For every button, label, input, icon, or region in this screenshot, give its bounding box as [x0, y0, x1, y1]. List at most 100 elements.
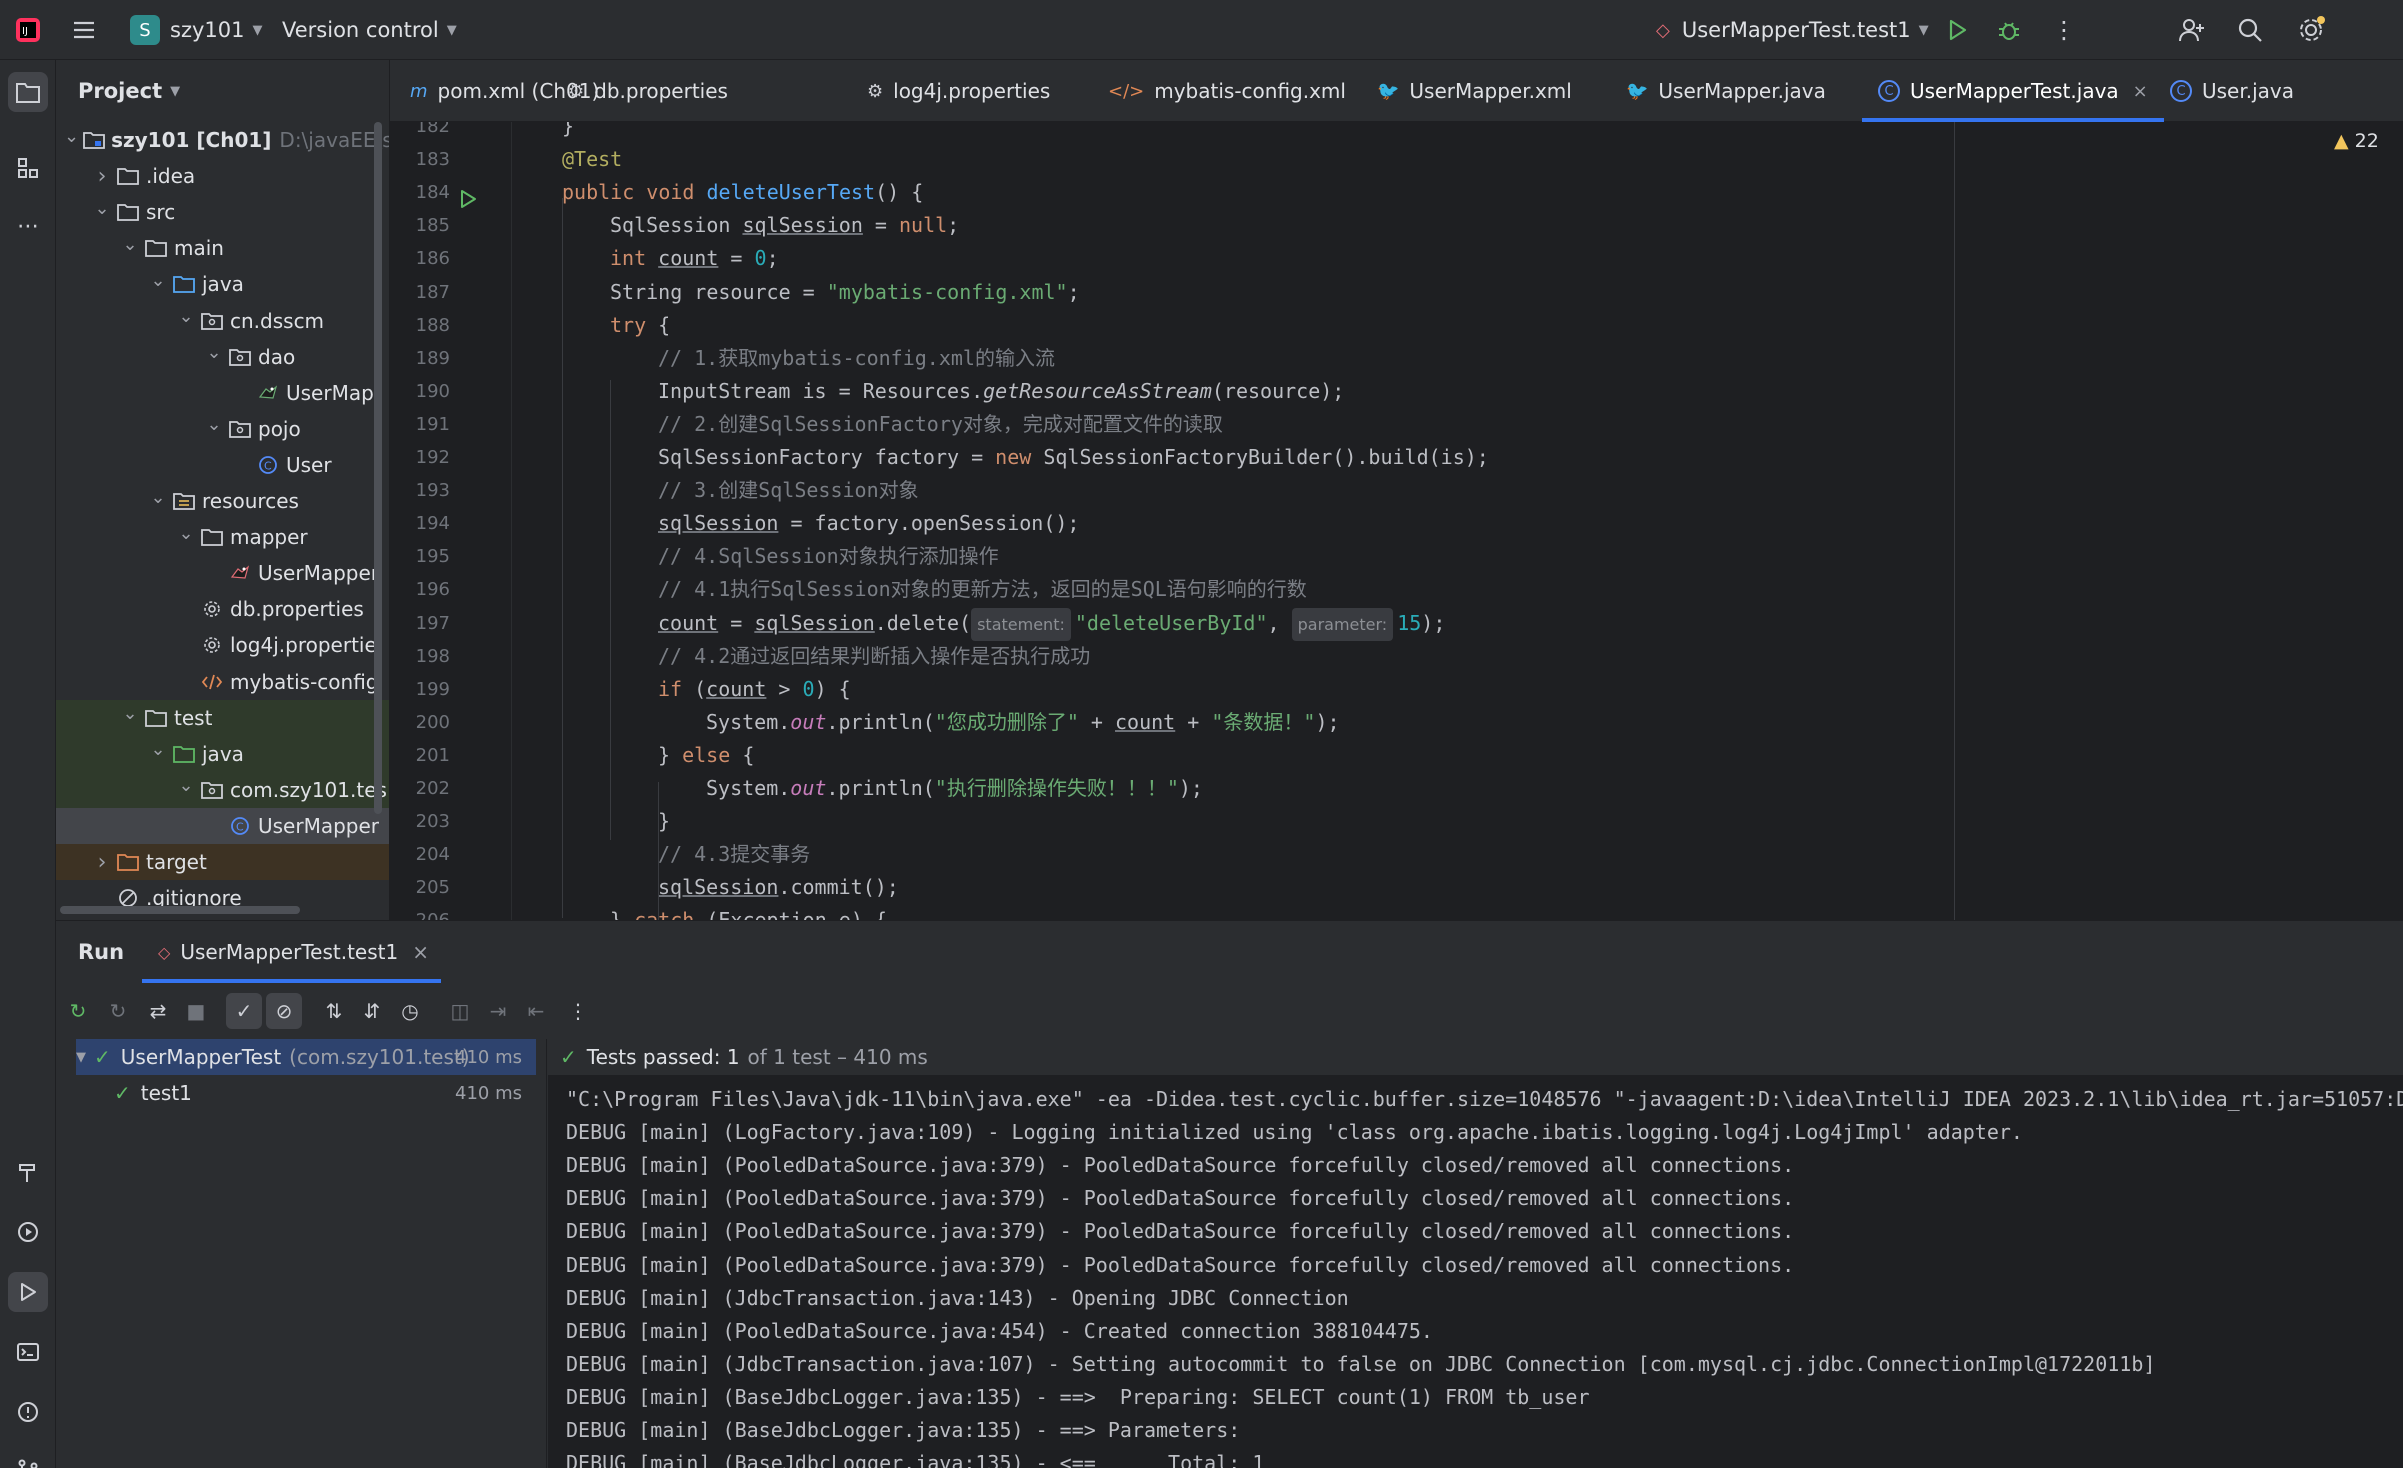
- chevron-right-icon[interactable]: ›: [92, 164, 112, 189]
- rerun-icon[interactable]: ↻: [60, 993, 96, 1029]
- test-case-row[interactable]: ✓ test1 410 ms: [76, 1075, 536, 1111]
- stop-icon[interactable]: ■: [178, 993, 214, 1029]
- run-panel-title: Run: [78, 940, 125, 964]
- structure-tool-icon[interactable]: [8, 148, 48, 188]
- main-menu-icon[interactable]: [70, 0, 98, 60]
- run-tab[interactable]: ◇ UserMapperTest.test1 ×: [142, 921, 441, 983]
- tree-hscrollbar[interactable]: [60, 906, 300, 914]
- more-tools-icon[interactable]: ⋯: [8, 206, 48, 246]
- run-tool-icon[interactable]: [8, 1272, 48, 1312]
- line-number: 199: [415, 678, 450, 700]
- chevron-down-icon[interactable]: ⌄: [64, 126, 79, 147]
- chevron-down-icon[interactable]: ⌄: [176, 775, 196, 796]
- more-actions-icon[interactable]: ⋮: [560, 993, 596, 1029]
- tree-item[interactable]: ⌄ java: [56, 266, 389, 302]
- tree-item[interactable]: ⌄ main: [56, 230, 389, 266]
- sort-alpha-icon[interactable]: ⇅: [316, 993, 352, 1029]
- problems-icon[interactable]: [8, 1392, 48, 1432]
- import-icon[interactable]: ⇤: [518, 993, 554, 1029]
- editor-tab[interactable]: 🐦 UserMapper.xml: [1377, 60, 1572, 122]
- build-hammer-icon[interactable]: [8, 1152, 48, 1192]
- code-with-me-icon[interactable]: [2178, 0, 2206, 60]
- tree-item[interactable]: C UserMapper: [56, 807, 389, 844]
- tree-item[interactable]: ⌄ com.szy101.tes: [56, 771, 389, 808]
- editor-tab-label: db.properties: [594, 79, 728, 103]
- tree-item[interactable]: log4j.propertie: [56, 627, 389, 663]
- export-icon[interactable]: ⇥: [480, 993, 516, 1029]
- chevron-down-icon[interactable]: ⌄: [176, 523, 196, 544]
- settings-gear-icon[interactable]: [2296, 0, 2326, 60]
- folder-icon: [144, 238, 168, 258]
- test-history-icon[interactable]: ◷: [392, 993, 428, 1029]
- chevron-down-icon[interactable]: ⌄: [148, 270, 168, 291]
- project-switcher[interactable]: S szy101 ▼: [130, 0, 262, 60]
- tree-item[interactable]: C User: [56, 447, 389, 483]
- tree-item-label: mybatis-config: [230, 669, 379, 694]
- toggle-auto-test-icon[interactable]: ⇄: [140, 993, 176, 1029]
- chevron-right-icon[interactable]: ›: [92, 850, 112, 875]
- tree-item[interactable]: ⌄ mapper: [56, 519, 389, 555]
- tree-item[interactable]: ⌄ test: [56, 699, 389, 736]
- chevron-down-icon[interactable]: ⌄: [120, 234, 140, 255]
- tree-item[interactable]: UserMap: [56, 375, 389, 411]
- editor-tab[interactable]: 🐦 UserMapper.java: [1626, 60, 1826, 122]
- tree-item[interactable]: UserMapper: [56, 555, 389, 591]
- search-icon[interactable]: [2236, 0, 2264, 60]
- debug-button[interactable]: [1996, 0, 2022, 60]
- editor-tab[interactable]: </> mybatis-config.xml: [1108, 60, 1346, 122]
- inspection-widget[interactable]: ▲ 22: [2334, 130, 2379, 152]
- show-passed-icon[interactable]: ✓: [226, 993, 262, 1029]
- camera-icon[interactable]: ◫: [442, 993, 478, 1029]
- warning-count: 22: [2354, 130, 2379, 152]
- chevron-down-icon[interactable]: ⌄: [120, 703, 140, 724]
- services-icon[interactable]: [8, 1212, 48, 1252]
- close-icon[interactable]: ×: [2133, 81, 2148, 102]
- editor-tab[interactable]: ⚙ db.properties: [568, 60, 728, 122]
- folder-icon: [144, 708, 168, 728]
- tree-scrollbar[interactable]: [374, 122, 382, 814]
- more-actions-icon[interactable]: ⋮: [2052, 0, 2076, 60]
- editor-tab[interactable]: ⚙ log4j.properties: [867, 60, 1050, 122]
- git-branch-icon[interactable]: [8, 1450, 48, 1468]
- mapper-interface-icon: 🐦: [1626, 80, 1649, 102]
- tree-item[interactable]: mybatis-config: [56, 664, 389, 700]
- close-icon[interactable]: ×: [412, 940, 429, 964]
- chevron-down-icon[interactable]: ⌄: [204, 342, 224, 363]
- run-config-selector[interactable]: ◇ UserMapperTest.test1 ▼: [1656, 0, 1929, 60]
- rerun-failed-icon[interactable]: ↻: [100, 993, 136, 1029]
- ide-logo-icon[interactable]: IJ: [14, 0, 42, 60]
- chevron-down-icon[interactable]: ⌄: [176, 306, 196, 327]
- tree-item[interactable]: ⌄ cn.dsscm: [56, 303, 389, 339]
- tree-item[interactable]: ⌄ szy101 [Ch01] D:\javaEE\s: [56, 122, 389, 158]
- line-number: 192: [415, 447, 450, 468]
- chevron-down-icon[interactable]: ⌄: [148, 739, 168, 760]
- code-editor[interactable]: 182 183 184 185 186 187 188 189 190 191 192 193 194 1…: [390, 122, 2403, 920]
- project-panel-header[interactable]: Project ▼: [56, 60, 389, 122]
- console-output[interactable]: ✓ Tests passed: 1 of 1 test – 410 ms "C:…: [548, 1039, 2403, 1468]
- tree-item-label: src: [146, 200, 176, 225]
- terminal-icon[interactable]: [8, 1332, 48, 1372]
- tree-item[interactable]: ⌄ pojo: [56, 411, 389, 447]
- tree-item[interactable]: db.properties: [56, 591, 389, 627]
- editor-tab[interactable]: C UserMapperTest.java ×: [1862, 60, 2164, 122]
- tree-item[interactable]: › target: [56, 844, 389, 880]
- tree-item[interactable]: ⌄ dao: [56, 339, 389, 375]
- run-gutter-icon[interactable]: [457, 188, 479, 215]
- test-suite-row[interactable]: ▼ ✓ UserMapperTest (com.szy101.test) 410…: [76, 1039, 536, 1075]
- tree-item[interactable]: › .idea: [56, 158, 389, 194]
- tree-item[interactable]: ⌄ resources: [56, 483, 389, 519]
- mapper-interface-icon: [256, 383, 280, 403]
- tree-item[interactable]: ⌄ src: [56, 194, 389, 230]
- run-button[interactable]: [1944, 0, 1970, 60]
- chevron-down-icon[interactable]: ⌄: [204, 414, 224, 435]
- show-ignored-icon[interactable]: ⊘: [266, 993, 302, 1029]
- editor-tab[interactable]: C User.java: [2170, 60, 2294, 122]
- chevron-down-icon[interactable]: ⌄: [92, 198, 112, 219]
- version-control-menu[interactable]: Version control ▼: [282, 0, 457, 60]
- chevron-down-icon: ▼: [76, 1049, 86, 1065]
- console-line: DEBUG [main] (BaseJdbcLogger.java:135) -…: [566, 1384, 1590, 1409]
- sort-duration-icon[interactable]: ⇵: [354, 993, 390, 1029]
- tree-item[interactable]: ⌄ java: [56, 735, 389, 772]
- project-tool-icon[interactable]: [8, 72, 48, 112]
- chevron-down-icon[interactable]: ⌄: [148, 487, 168, 508]
